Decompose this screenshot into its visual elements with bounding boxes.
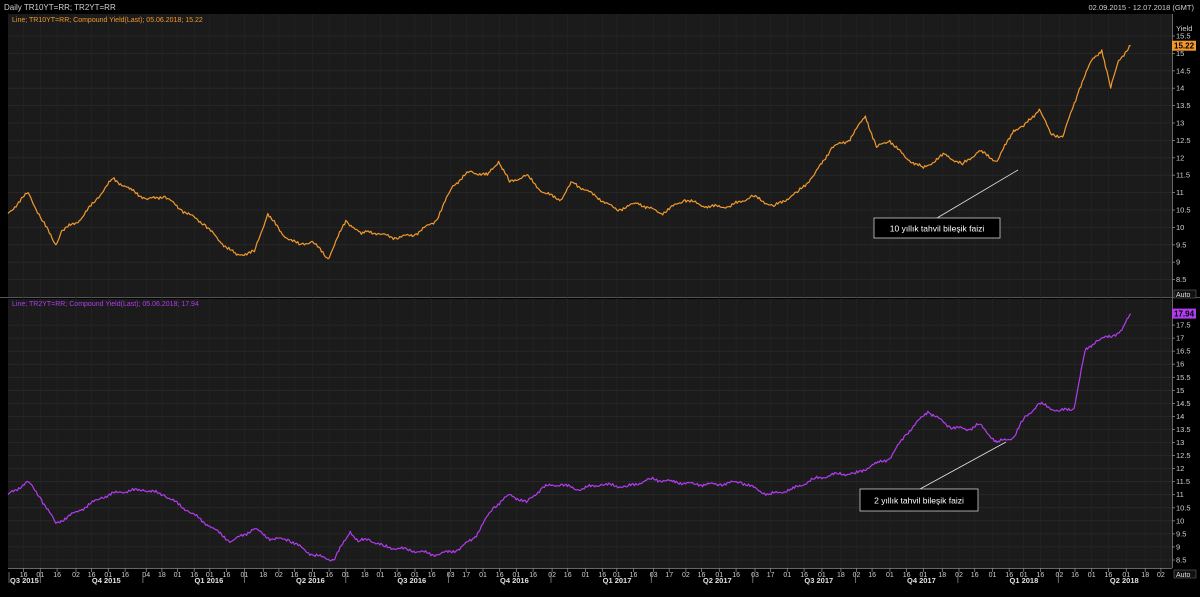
- y-tick-label: 13.5: [1176, 101, 1191, 110]
- quarter-label: Q2 2017: [703, 576, 732, 585]
- y-tick-label: 17: [1176, 334, 1184, 343]
- x-tick-label: 18: [361, 572, 369, 579]
- x-tick-label: 16: [1071, 572, 1079, 579]
- quarter-label: Q4 2015: [92, 576, 121, 585]
- y-tick-label: 11.5: [1176, 171, 1190, 180]
- y-tick-label: 9.5: [1176, 529, 1186, 538]
- y-tick-label: 14.5: [1176, 66, 1191, 75]
- annotation-text-10y: 10 yıllık tahvil bileşik faizi: [890, 224, 985, 234]
- bottom-plot-area: [8, 299, 1172, 568]
- y-tick-label: 16.5: [1176, 347, 1191, 356]
- x-tick-label: 01: [479, 572, 487, 579]
- chart-title: Daily TR10YT=RR; TR2YT=RR: [4, 3, 116, 12]
- x-tick-label: 02: [72, 572, 80, 579]
- y-tick-label: 14: [1176, 412, 1184, 421]
- x-tick-label: 18: [938, 572, 946, 579]
- x-tick-label: 02: [955, 572, 963, 579]
- y-tick-label: 9: [1176, 542, 1180, 551]
- x-tick-label: 17: [462, 572, 470, 579]
- y-tick-label: 14.5: [1176, 399, 1191, 408]
- y-tick-label: 13: [1176, 119, 1184, 128]
- quarter-label: Q4 2016: [500, 576, 529, 585]
- y-tick-label: 14: [1176, 84, 1184, 93]
- x-tick-label: 02: [548, 572, 556, 579]
- y-tick-label: 13: [1176, 438, 1184, 447]
- y-tick-label: 10: [1176, 223, 1184, 232]
- x-tick-label: 18: [158, 572, 166, 579]
- quarter-label: Q2 2016: [296, 576, 325, 585]
- x-tick-label: 02: [1056, 572, 1064, 579]
- bottom-legend[interactable]: Line; TR2YT=RR; Compound Yield(Last); 05…: [12, 301, 199, 308]
- y-tick-label: 8.5: [1176, 556, 1186, 565]
- y-tick-label: 12.5: [1176, 451, 1191, 460]
- x-tick-label: 02: [275, 572, 283, 579]
- quarter-label: Q3 2015: [10, 576, 39, 585]
- bottom-last-value-text: 17.94: [1174, 310, 1195, 319]
- x-tick-label: 16: [325, 572, 333, 579]
- x-tick-label: 16: [428, 572, 436, 579]
- x-tick-label: 01: [582, 572, 590, 579]
- y-tick-label: 11.5: [1176, 477, 1190, 486]
- y-tick-label: 10: [1176, 516, 1184, 525]
- quarter-label: Q3 2017: [804, 576, 833, 585]
- top-last-value-text: 15.22: [1174, 42, 1195, 51]
- quarter-label: Q3 2016: [397, 576, 426, 585]
- x-tick-label: 01: [989, 572, 997, 579]
- x-tick-label: 01: [1088, 572, 1096, 579]
- x-tick-label: 18: [837, 572, 845, 579]
- quarter-label: Q4 2017: [907, 576, 936, 585]
- x-tick-label: 16: [564, 572, 572, 579]
- x-tick-label: 17: [767, 572, 775, 579]
- quarter-label: Q1 2018: [1010, 576, 1039, 585]
- top-plot-area: [8, 14, 1172, 297]
- x-tick-label: 03: [751, 572, 759, 579]
- quarter-label: Q2 2018: [1110, 576, 1139, 585]
- y-tick-label: 15.5: [1176, 32, 1191, 41]
- x-tick-label: 18: [1141, 572, 1149, 579]
- x-tick-label: 16: [971, 572, 979, 579]
- y-tick-label: 11: [1176, 188, 1184, 197]
- annotation-text-2y: 2 yıllık tahvil bileşik faizi: [874, 496, 964, 506]
- x-tick-label: 01: [377, 572, 385, 579]
- date-range: 02.09.2015 - 12.07.2018 (GMT): [1089, 3, 1195, 12]
- y-tick-label: 12: [1176, 153, 1184, 162]
- y-tick-label: 15.5: [1176, 373, 1191, 382]
- y-tick-label: 9.5: [1176, 240, 1186, 249]
- x-tick-label: 16: [868, 572, 876, 579]
- x-tick-label: 02: [1157, 572, 1165, 579]
- y-tick-label: 17.5: [1176, 321, 1191, 330]
- x-tick-label: 01: [174, 572, 182, 579]
- x-tick-label: 16: [53, 572, 61, 579]
- y-tick-label: 12: [1176, 464, 1184, 473]
- y-tick-label: 15: [1176, 386, 1184, 395]
- x-tick-label: 16: [732, 572, 740, 579]
- y-tick-label: 8.5: [1176, 275, 1186, 284]
- quarter-label: Q1 2017: [603, 576, 632, 585]
- x-tick-label: 16: [529, 572, 537, 579]
- quarter-label: Q1 2016: [195, 576, 224, 585]
- top-legend[interactable]: Line; TR10YT=RR; Compound Yield(Last); 0…: [12, 17, 203, 24]
- y-tick-label: 12.5: [1176, 136, 1191, 145]
- x-tick-label: 03: [650, 572, 658, 579]
- x-tick-label: 04: [142, 572, 150, 579]
- y-tick-label: 11: [1176, 490, 1184, 499]
- x-tick-label: 01: [783, 572, 791, 579]
- y-tick-label: 10.5: [1176, 503, 1191, 512]
- x-tick-label: 16: [121, 572, 129, 579]
- bottom-auto-scale-label: Auto: [1176, 572, 1191, 579]
- x-tick-label: 17: [665, 572, 673, 579]
- chart-svg: Daily TR10YT=RR; TR2YT=RR 02.09.2015 - 1…: [0, 0, 1200, 597]
- y-tick-label: 9: [1176, 258, 1180, 267]
- y-tick-label: 16: [1176, 360, 1184, 369]
- x-tick-label: 02: [682, 572, 690, 579]
- x-tick-label: 02: [853, 572, 861, 579]
- x-tick-label: 01: [886, 572, 894, 579]
- top-auto-scale-label: Auto: [1176, 292, 1191, 299]
- x-tick-label: 03: [447, 572, 455, 579]
- y-tick-label: 10.5: [1176, 206, 1191, 215]
- y-tick-label: 13.5: [1176, 425, 1191, 434]
- x-tick-label: 18: [259, 572, 267, 579]
- x-tick-label: 16: [223, 572, 231, 579]
